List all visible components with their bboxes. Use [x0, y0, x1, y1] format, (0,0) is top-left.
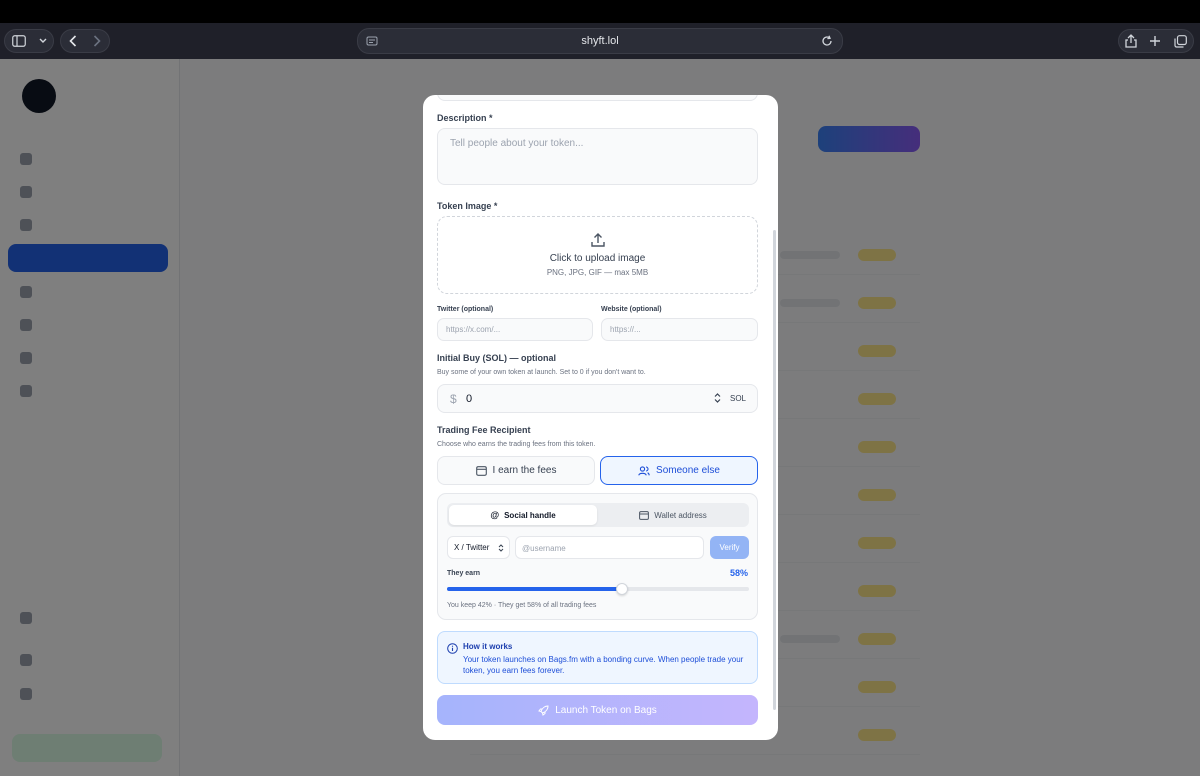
initial-buy-value: 0	[466, 393, 473, 405]
they-earn-label: They earn	[447, 570, 481, 577]
initial-buy-unit: SOL	[730, 394, 747, 403]
description-label: Description *	[437, 113, 493, 123]
launch-token-label: Launch Token on Bags	[555, 704, 657, 716]
browser-toolbar: shyft.lol	[0, 23, 1200, 59]
upload-icon	[591, 233, 605, 247]
twitter-label: Twitter (optional)	[437, 306, 494, 313]
back-arrow-icon[interactable]	[69, 35, 77, 47]
description-textarea[interactable]: Tell people about your token...	[437, 128, 758, 185]
browser-actions-group	[1118, 29, 1194, 53]
token-image-label: Token Image *	[437, 201, 498, 211]
navigation-group	[60, 29, 110, 53]
fee-option-self[interactable]: I earn the fees	[437, 456, 595, 485]
chevron-updown-icon	[498, 543, 504, 555]
sidebar-icon[interactable]	[11, 35, 26, 47]
initial-buy-input[interactable]: $ 0 SOL	[437, 384, 758, 413]
how-it-works-callout: How it works Your token launches on Bags…	[437, 631, 758, 684]
launch-token-modal: Description * Tell people about your tok…	[423, 95, 778, 740]
tab-wallet-address[interactable]: Wallet address	[599, 505, 747, 525]
platform-select-value: X / Twitter	[454, 543, 490, 552]
recipient-panel: @ Social handle Wallet address X / Twitt…	[437, 493, 758, 620]
website-placeholder: https://...	[610, 325, 641, 334]
tab-wallet-address-label: Wallet address	[654, 510, 707, 520]
slider-fill	[447, 587, 623, 591]
share-icon[interactable]	[1125, 34, 1137, 48]
previous-field-edge[interactable]	[437, 95, 758, 101]
fee-option-someone-else[interactable]: Someone else	[600, 456, 758, 485]
info-icon	[447, 643, 458, 654]
system-top-bar	[0, 0, 1200, 23]
modal-scrollbar[interactable]	[773, 230, 776, 710]
reload-icon[interactable]	[820, 34, 834, 48]
tabs-overview-icon[interactable]	[1174, 34, 1187, 48]
url-text: shyft.lol	[581, 35, 619, 47]
username-placeholder: @username	[522, 544, 566, 553]
tab-social-handle[interactable]: @ Social handle	[449, 505, 597, 525]
chevron-down-icon[interactable]	[39, 38, 47, 44]
users-icon	[638, 465, 650, 476]
launch-token-button[interactable]: Launch Token on Bags	[437, 695, 758, 725]
description-placeholder: Tell people about your token...	[450, 138, 584, 149]
info-body: Your token launches on Bags.fm with a bo…	[463, 655, 744, 675]
website-input[interactable]: https://...	[601, 318, 758, 341]
token-image-upload[interactable]: Click to upload image PNG, JPG, GIF — ma…	[437, 216, 758, 294]
they-earn-percentage: 58%	[729, 568, 748, 578]
username-input[interactable]: @username	[515, 536, 704, 559]
wallet-icon	[639, 510, 650, 520]
upload-title: Click to upload image	[549, 253, 646, 264]
twitter-input[interactable]: https://x.com/...	[437, 318, 593, 341]
address-bar[interactable]: shyft.lol	[357, 28, 843, 54]
fee-option-someone-else-label: Someone else	[656, 465, 720, 476]
fee-split-slider[interactable]	[447, 583, 749, 595]
fee-recipient-label: Trading Fee Recipient	[437, 425, 531, 435]
initial-buy-helper: Buy some of your own token at launch. Se…	[437, 369, 646, 376]
sidebar-toggle-group[interactable]	[4, 29, 54, 53]
slider-thumb[interactable]	[616, 583, 629, 595]
tab-social-handle-label: Social handle	[504, 510, 556, 520]
rocket-icon	[538, 704, 549, 716]
upload-subtitle: PNG, JPG, GIF — max 5MB	[546, 268, 649, 277]
new-tab-icon[interactable]	[1149, 35, 1161, 47]
site-settings-icon[interactable]	[366, 35, 378, 47]
recipient-type-tabs: @ Social handle Wallet address	[447, 503, 749, 527]
info-title: How it works	[463, 642, 513, 651]
twitter-placeholder: https://x.com/...	[446, 325, 501, 334]
website-label: Website (optional)	[601, 306, 662, 313]
verify-button[interactable]: Verify	[710, 536, 749, 559]
fee-option-self-label: I earn the fees	[492, 465, 557, 476]
fee-split-note: You keep 42% · They get 58% of all tradi…	[447, 602, 597, 609]
platform-select[interactable]: X / Twitter	[447, 536, 510, 559]
initial-buy-label: Initial Buy (SOL) — optional	[437, 353, 556, 363]
fee-recipient-helper: Choose who earns the trading fees from t…	[437, 441, 596, 448]
stepper-icon[interactable]	[714, 392, 721, 405]
forward-arrow-icon[interactable]	[93, 35, 101, 47]
wallet-icon	[475, 465, 487, 476]
at-sign-icon: @	[490, 510, 500, 520]
dollar-icon: $	[450, 392, 457, 406]
